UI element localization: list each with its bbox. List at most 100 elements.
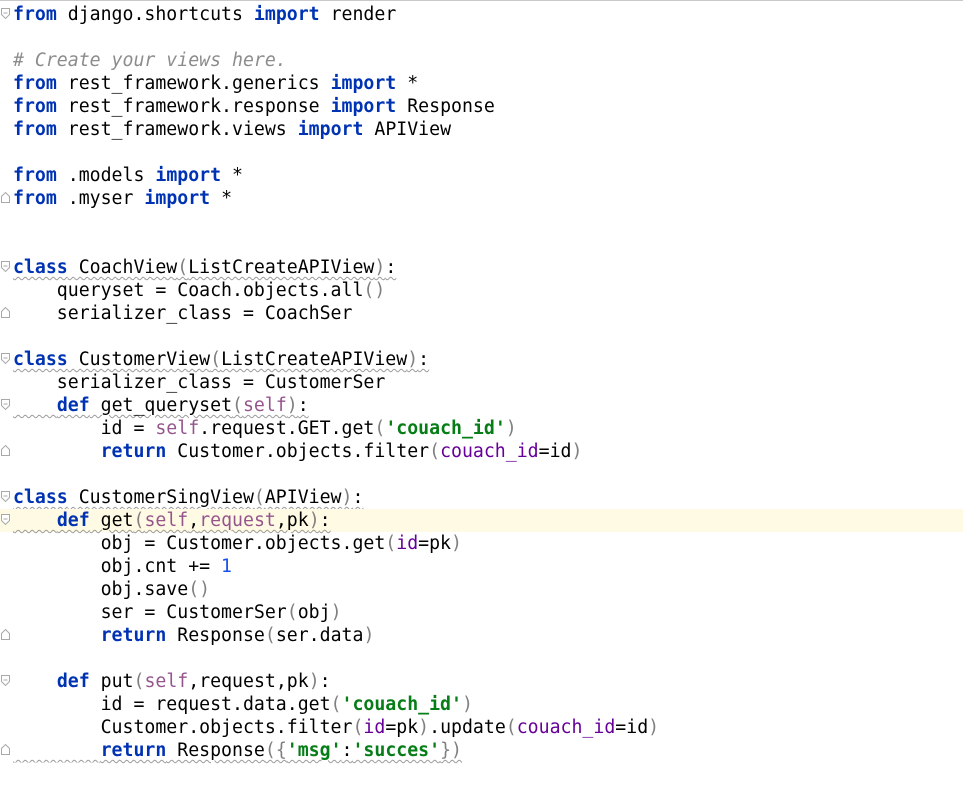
code-token: from [13,4,57,25]
code-token: ListCreateAPIView [188,257,375,278]
code-line[interactable]: return Response(ser.data) [0,624,963,647]
code-token: }) [440,740,462,761]
code-line[interactable]: def put(self,request,pk): [0,670,963,693]
fold-collapse-icon[interactable] [1,8,10,19]
fold-collapse-icon[interactable] [1,491,10,502]
code-token: ) [571,441,583,462]
code-text: class CustomerSingView(APIView): [13,486,363,509]
code-line[interactable]: return Response({'msg':'succes'}) [0,739,963,762]
code-line[interactable]: obj.save() [0,578,963,601]
code-token: ) [505,418,517,439]
code-token: .myser [56,188,145,209]
code-token: from [13,119,57,140]
code-line-current[interactable]: def get(self,request,pk): [0,509,963,532]
code-line[interactable]: class CoachView(ListCreateAPIView): [0,256,963,279]
code-text: return Customer.objects.filter(couach_id… [13,440,583,463]
code-token: Response [166,740,265,761]
code-token: APIView [363,119,452,140]
code-line[interactable]: from .models import * [0,164,963,187]
code-token: * [396,73,419,94]
code-token: return [100,625,167,646]
code-token: ( [264,625,276,646]
code-text: ser = CustomerSer(obj) [13,601,342,624]
code-token: rest_framework.response [56,96,331,117]
code-token: () [363,280,386,301]
code-line[interactable]: queryset = Coach.objects.all() [0,279,963,302]
code-token: , [188,510,200,531]
code-line[interactable] [0,647,963,670]
code-line[interactable]: from rest_framework.generics import * [0,72,963,95]
code-token: ) [648,717,660,738]
code-token: : [352,487,364,508]
code-line[interactable]: # Create your views here. [0,49,963,72]
code-line[interactable]: serializer_class = CoachSer [0,302,963,325]
code-token: import [155,165,222,186]
code-token: 'couach_id' [341,694,462,715]
code-token: ) [286,395,298,416]
fold-end-icon[interactable] [1,307,10,318]
code-line[interactable]: def get_queryset(self): [0,394,963,417]
code-line[interactable]: obj = Customer.objects.get(id=pk) [0,532,963,555]
code-token: rest_framework.generics [56,73,331,94]
code-line[interactable]: from django.shortcuts import render [0,3,963,26]
code-line[interactable] [0,210,963,233]
code-line[interactable]: serializer_class = CustomerSer [0,371,963,394]
code-token: self [144,671,189,692]
code-token: obj.save [13,579,189,600]
code-token: serializer_class = CoachSer [13,303,353,324]
code-token: render [319,4,397,25]
fold-collapse-icon[interactable] [1,399,10,410]
code-token: * [210,188,233,209]
code-line[interactable]: from rest_framework.views import APIView [0,118,963,141]
code-token: ( [253,487,265,508]
code-token: couach_id [516,717,616,738]
code-text: id = self.request.GET.get('couach_id') [13,417,517,440]
code-token: .update [429,717,506,738]
fold-collapse-icon[interactable] [1,353,10,364]
code-line[interactable]: id = self.request.GET.get('couach_id') [0,417,963,440]
code-token: class [13,257,68,278]
code-token: 'msg' [286,740,342,761]
code-line[interactable]: class CustomerView(ListCreateAPIView): [0,348,963,371]
code-text: obj.save() [13,578,211,601]
code-line[interactable]: from rest_framework.response import Resp… [0,95,963,118]
code-token: from [13,165,57,186]
code-line[interactable]: return Customer.objects.filter(couach_id… [0,440,963,463]
code-line[interactable] [0,463,963,486]
code-line[interactable]: class CustomerSingView(APIView): [0,486,963,509]
code-token: ( [133,671,145,692]
code-token: self [155,418,200,439]
code-token: get [89,510,134,531]
code-line[interactable] [0,141,963,164]
code-token: self [242,395,287,416]
fold-collapse-icon[interactable] [1,675,10,686]
fold-end-icon[interactable] [1,629,10,640]
code-token: : [297,395,309,416]
fold-collapse-icon[interactable] [1,261,10,272]
code-line[interactable] [0,233,963,256]
code-editor[interactable]: from django.shortcuts import render # Cre… [0,0,963,796]
fold-collapse-icon[interactable] [1,514,10,525]
code-line[interactable]: obj.cnt += 1 [0,555,963,578]
fold-end-icon[interactable] [1,192,10,203]
code-token: ( [505,717,517,738]
code-line[interactable] [0,26,963,49]
code-token: get_queryset [89,395,233,416]
code-text: serializer_class = CustomerSer [13,371,386,394]
code-token: ser = CustomerSer [13,602,287,623]
code-token: 'succes' [352,740,441,761]
code-token: Customer.objects.filter [13,717,353,738]
code-token: import [253,4,320,25]
code-token: import [330,73,397,94]
fold-end-icon[interactable] [1,744,10,755]
code-line[interactable] [0,325,963,348]
code-token: CustomerView [67,349,211,370]
code-token: : [319,510,331,531]
code-line[interactable]: Customer.objects.filter(id=pk).update(co… [0,716,963,739]
code-line[interactable]: ser = CustomerSer(obj) [0,601,963,624]
fold-end-icon[interactable] [1,445,10,456]
code-line[interactable]: from .myser import * [0,187,963,210]
code-line[interactable]: id = request.data.get('couach_id') [0,693,963,716]
code-token: =pk [418,533,452,554]
code-token: return [100,740,167,761]
